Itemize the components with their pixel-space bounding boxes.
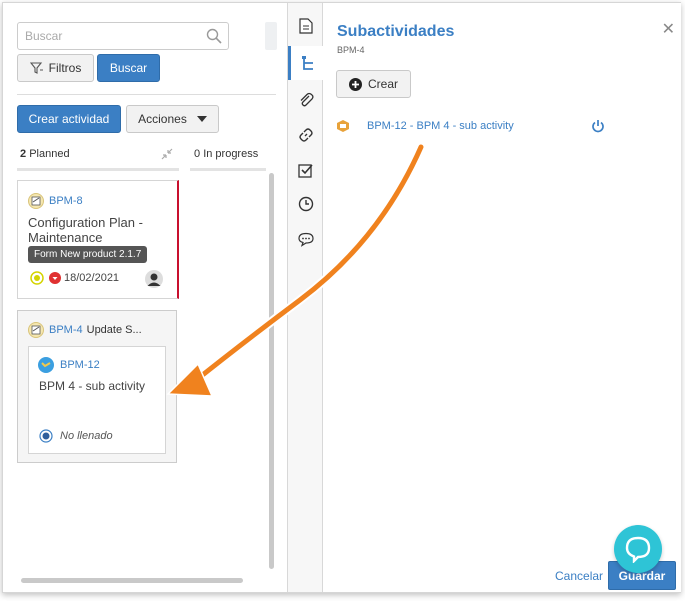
card-title: Configuration Plan - Maintenance <box>28 215 143 245</box>
create-subactivity-button[interactable]: Crear <box>336 70 411 98</box>
window: Filtros Buscar Crear actividad Acciones … <box>2 2 681 593</box>
column-underline <box>190 168 266 171</box>
close-icon[interactable]: ✕ <box>662 19 675 39</box>
create-activity-button[interactable]: Crear actividad <box>17 105 121 133</box>
power-icon[interactable] <box>591 119 605 133</box>
search-button-label: Buscar <box>109 61 148 75</box>
column-underline <box>17 168 179 171</box>
column-header-in-progress: 0 In progress <box>194 148 258 160</box>
subactivity-row[interactable]: BPM-12 - BPM 4 - sub activity <box>337 118 617 136</box>
search-button[interactable]: Buscar <box>97 54 160 82</box>
actions-button[interactable]: Acciones <box>126 105 219 133</box>
avatar[interactable] <box>145 270 163 288</box>
card-header: BPM-8 <box>28 193 83 209</box>
card-header: BPM-12 <box>38 357 100 373</box>
task-icon <box>28 193 44 209</box>
hierarchy-icon <box>301 56 313 70</box>
card-title: BPM 4 - sub activity <box>39 379 146 393</box>
search-input[interactable] <box>18 23 198 49</box>
panel-title: Subactividades <box>337 23 455 40</box>
tab-details[interactable] <box>288 9 323 43</box>
filters-button[interactable]: Filtros <box>17 54 94 82</box>
due-date: 18/02/2021 <box>64 272 120 284</box>
column-name: Planned <box>29 148 70 160</box>
card-id-link[interactable]: BPM-8 <box>49 195 83 207</box>
tab-comments[interactable] <box>288 222 323 256</box>
vertical-scrollbar[interactable] <box>269 173 274 569</box>
plus-icon <box>348 77 362 91</box>
create-label: Crear <box>367 77 398 91</box>
filter-icon <box>29 62 43 74</box>
create-activity-label: Crear actividad <box>28 112 110 126</box>
search-options-button[interactable] <box>265 22 277 50</box>
tab-checklist[interactable] <box>288 153 323 187</box>
column-name: In progress <box>203 148 259 160</box>
kanban-panel: Filtros Buscar Crear actividad Acciones … <box>3 3 287 592</box>
form-tooltip: Form New product 2.1.7 <box>28 246 148 263</box>
chat-icon <box>625 536 651 563</box>
column-header-planned: 2 Planned <box>20 148 70 160</box>
subtask-icon <box>337 120 349 132</box>
tab-attachments[interactable] <box>288 83 323 117</box>
subtask-icon <box>38 357 54 373</box>
column-count: 2 <box>20 148 27 160</box>
activity-card[interactable]: BPM-8 Configuration Plan - Maintenance F… <box>17 180 179 299</box>
link-icon <box>298 128 313 142</box>
tab-subactivities[interactable] <box>288 46 324 80</box>
paperclip-icon <box>300 92 314 107</box>
comment-icon <box>297 232 314 247</box>
sub-activity-card[interactable]: BPM-12 BPM 4 - sub activity No llenado <box>28 346 166 454</box>
status-radio-icon <box>39 429 53 443</box>
priority-down-icon <box>49 272 61 284</box>
filters-label: Filtros <box>48 61 82 75</box>
divider <box>17 94 276 95</box>
subactivities-panel: Subactividades BPM-4 ✕ Crear BPM-12 - BP… <box>323 3 681 592</box>
horizontal-scrollbar[interactable] <box>21 578 243 583</box>
checklist-icon <box>298 163 313 178</box>
panel-subtitle: BPM-4 <box>337 45 365 55</box>
subactivity-link[interactable]: BPM-12 - BPM 4 - sub activity <box>367 120 514 132</box>
clock-icon <box>298 196 313 212</box>
side-tab-rail <box>287 3 324 592</box>
status-text: No llenado <box>60 430 113 442</box>
document-icon <box>298 18 313 34</box>
card-footer: 18/02/2021 <box>30 271 119 285</box>
search-box <box>17 22 229 50</box>
collapse-icon[interactable] <box>161 148 173 160</box>
caret-down-icon <box>196 116 207 122</box>
activity-card[interactable]: BPM-4 Update S... BPM-12 BPM 4 - sub act… <box>17 310 177 463</box>
search-icon[interactable] <box>206 28 222 44</box>
card-footer: No llenado <box>39 429 113 443</box>
tab-links[interactable] <box>288 118 323 152</box>
status-circle-icon <box>30 271 44 285</box>
card-header: BPM-4 Update S... <box>28 322 173 338</box>
column-count: 0 <box>194 148 201 160</box>
cancel-button[interactable]: Cancelar <box>555 569 603 583</box>
card-title: Update S... <box>86 324 142 336</box>
card-id-link[interactable]: BPM-12 <box>60 359 100 371</box>
tab-history[interactable] <box>288 187 323 221</box>
card-id-link[interactable]: BPM-4 <box>49 324 83 336</box>
task-icon <box>28 322 44 338</box>
actions-label: Acciones <box>138 112 187 126</box>
chat-button[interactable] <box>614 525 662 573</box>
